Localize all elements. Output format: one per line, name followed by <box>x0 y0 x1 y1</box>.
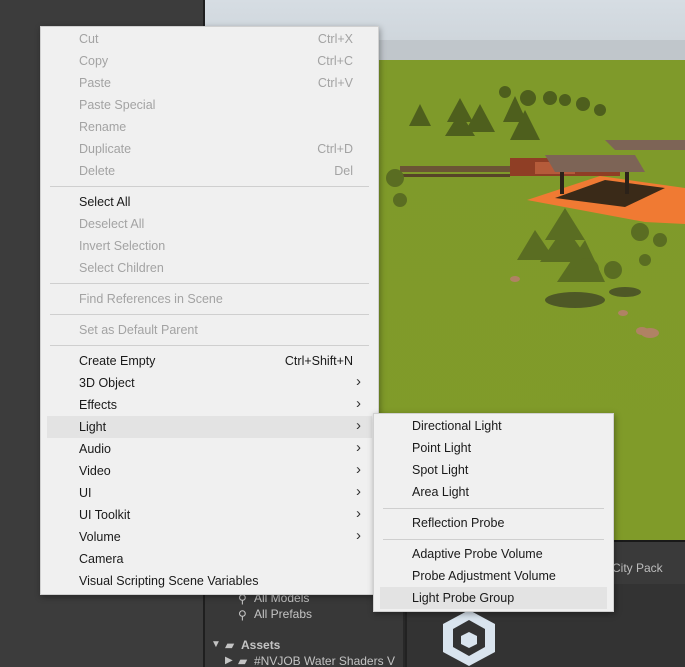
chevron-right-icon: › <box>356 373 361 390</box>
folder-nvjob[interactable]: #NVJOB Water Shaders V <box>254 654 395 667</box>
chevron-right-icon: › <box>356 461 361 478</box>
submenu-item-light-probe-group[interactable]: Light Probe Group <box>380 587 607 609</box>
menu-item-label: Duplicate <box>79 142 132 156</box>
submenu-item-label: Point Light <box>412 441 472 455</box>
menu-item-label: Find References in Scene <box>79 292 223 306</box>
menu-item-video[interactable]: Video › <box>47 460 372 482</box>
menu-item-rename[interactable]: Rename <box>47 116 372 138</box>
menu-item-label: Paste Special <box>79 98 156 112</box>
expand-arrow-icon[interactable]: ▼ <box>211 639 221 650</box>
menu-separator <box>50 283 369 284</box>
menu-separator <box>50 186 369 187</box>
menu-item-label: Cut <box>79 32 99 46</box>
submenu-item-probe-adjustment-volume[interactable]: Probe Adjustment Volume <box>380 565 607 587</box>
submenu-item-point-light[interactable]: Point Light <box>380 437 607 459</box>
menu-item-label: Camera <box>79 552 124 566</box>
chevron-right-icon: › <box>356 483 361 500</box>
menu-item-3d-object[interactable]: 3D Object › <box>47 372 372 394</box>
folder-icon: ▰ <box>225 638 235 652</box>
menu-item-volume[interactable]: Volume › <box>47 526 372 548</box>
submenu-item-label: Area Light <box>412 485 469 499</box>
menu-item-label: Select All <box>79 195 131 209</box>
unity-package-icon[interactable] <box>437 606 501 666</box>
submenu-item-reflection-probe[interactable]: Reflection Probe <box>380 512 607 534</box>
menu-separator <box>50 345 369 346</box>
chevron-right-icon: › <box>356 527 361 544</box>
favorites-all-prefabs[interactable]: All Prefabs <box>254 607 312 621</box>
hierarchy-context-menu: Cut Ctrl+X Copy Ctrl+C Paste Ctrl+V Paste Spec… <box>40 26 379 595</box>
menu-item-label: Rename <box>79 120 127 134</box>
menu-item-effects[interactable]: Effects › <box>47 394 372 416</box>
menu-item-paste[interactable]: Paste Ctrl+V <box>47 72 372 94</box>
menu-item-label: Delete <box>79 164 116 178</box>
menu-item-audio[interactable]: Audio › <box>47 438 372 460</box>
menu-item-shortcut: Ctrl+V <box>317 76 353 90</box>
menu-item-ui-toolkit[interactable]: UI Toolkit › <box>47 504 372 526</box>
menu-item-paste-special[interactable]: Paste Special <box>47 94 372 116</box>
menu-item-label: Visual Scripting Scene Variables <box>79 574 259 588</box>
submenu-item-label: Reflection Probe <box>412 516 505 530</box>
submenu-item-directional-light[interactable]: Directional Light <box>380 415 607 437</box>
menu-item-label: Select Children <box>79 261 164 275</box>
menu-item-light[interactable]: Light › <box>47 416 372 438</box>
submenu-item-area-light[interactable]: Area Light <box>380 481 607 503</box>
menu-item-label: Set as Default Parent <box>79 323 198 337</box>
chevron-right-icon: › <box>356 439 361 456</box>
menu-item-label: Effects <box>79 398 117 412</box>
chevron-right-icon: › <box>356 417 361 434</box>
chevron-right-icon: › <box>356 505 361 522</box>
menu-item-find-references-in-scene[interactable]: Find References in Scene <box>47 288 372 310</box>
menu-item-shortcut: Ctrl+Shift+N <box>284 354 353 368</box>
menu-item-label: Audio <box>79 442 111 456</box>
light-submenu: Directional Light Point Light Spot Light Ar… <box>373 413 614 612</box>
menu-item-shortcut: Ctrl+D <box>317 142 353 156</box>
railway-bridge <box>400 166 510 177</box>
menu-item-select-children[interactable]: Select Children <box>47 257 372 279</box>
menu-item-label: Create Empty <box>79 354 156 368</box>
submenu-item-adaptive-probe-volume[interactable]: Adaptive Probe Volume <box>380 543 607 565</box>
menu-item-label: 3D Object <box>79 376 135 390</box>
menu-separator <box>383 539 604 540</box>
menu-item-invert-selection[interactable]: Invert Selection <box>47 235 372 257</box>
menu-item-label: Light <box>79 420 107 434</box>
assets-folder[interactable]: Assets <box>241 638 280 652</box>
menu-item-duplicate[interactable]: Duplicate Ctrl+D <box>47 138 372 160</box>
menu-item-label: Paste <box>79 76 111 90</box>
menu-item-cut[interactable]: Cut Ctrl+X <box>47 28 372 50</box>
collapse-arrow-icon[interactable]: ▶ <box>225 655 233 666</box>
menu-item-set-as-default-parent[interactable]: Set as Default Parent <box>47 319 372 341</box>
menu-item-select-all[interactable]: Select All <box>47 191 372 213</box>
menu-item-label: Volume <box>79 530 121 544</box>
menu-item-visual-scripting-scene-variables[interactable]: Visual Scripting Scene Variables <box>47 570 372 592</box>
menu-item-ui[interactable]: UI › <box>47 482 372 504</box>
menu-item-label: UI <box>79 486 92 500</box>
menu-item-deselect-all[interactable]: Deselect All <box>47 213 372 235</box>
submenu-item-label: Probe Adjustment Volume <box>412 569 556 583</box>
menu-item-label: UI Toolkit <box>79 508 131 522</box>
menu-item-create-empty[interactable]: Create Empty Ctrl+Shift+N <box>47 350 372 372</box>
chevron-right-icon: › <box>356 395 361 412</box>
menu-item-delete[interactable]: Delete Del <box>47 160 372 182</box>
submenu-item-label: Light Probe Group <box>412 591 515 605</box>
menu-item-copy[interactable]: Copy Ctrl+C <box>47 50 372 72</box>
submenu-item-label: Spot Light <box>412 463 469 477</box>
menu-item-label: Video <box>79 464 111 478</box>
menu-item-shortcut: Ctrl+X <box>317 32 353 46</box>
breadcrumb-city-pack[interactable]: City Pack <box>612 561 663 575</box>
menu-item-label: Invert Selection <box>79 239 166 253</box>
folder-icon: ▰ <box>238 654 248 667</box>
menu-separator <box>50 314 369 315</box>
menu-item-camera[interactable]: Camera <box>47 548 372 570</box>
submenu-item-label: Directional Light <box>412 419 502 433</box>
submenu-item-label: Adaptive Probe Volume <box>412 547 543 561</box>
menu-item-shortcut: Ctrl+C <box>317 54 353 68</box>
search-icon: ⚲ <box>238 608 247 622</box>
submenu-item-spot-light[interactable]: Spot Light <box>380 459 607 481</box>
menu-item-shortcut: Del <box>334 164 353 178</box>
menu-separator <box>383 508 604 509</box>
menu-item-label: Copy <box>79 54 109 68</box>
menu-item-label: Deselect All <box>79 217 145 231</box>
